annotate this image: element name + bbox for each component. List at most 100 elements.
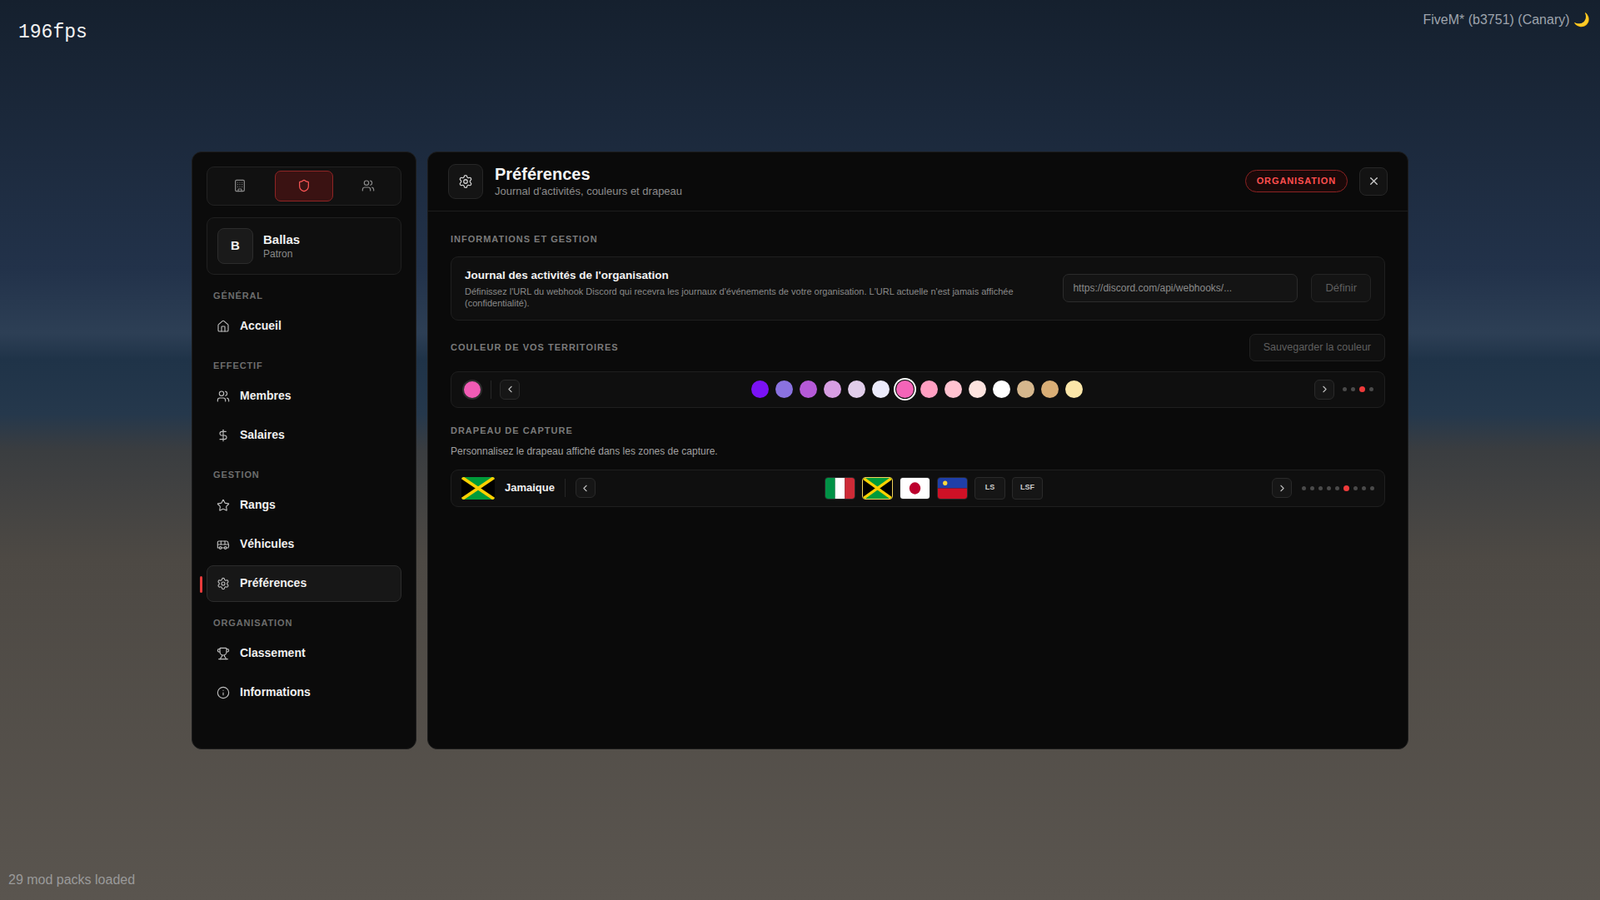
nav-section: GÉNÉRALAccueil — [206, 274, 402, 345]
nav-item-label: Salaires — [239, 426, 285, 444]
color-swatch[interactable] — [775, 380, 793, 399]
nav-item[interactable]: Véhicules — [206, 526, 402, 564]
active-indicator — [199, 576, 203, 594]
nav-item-label: Accueil — [239, 317, 282, 335]
pager-dot[interactable] — [1361, 486, 1366, 491]
organisation-badge: ORGANISATION — [1245, 169, 1348, 193]
color-swatch[interactable] — [872, 380, 890, 399]
color-swatch[interactable] — [799, 380, 818, 399]
jamaica-flag-icon — [461, 477, 495, 500]
nav-section: EFFECTIFMembresSalaires — [206, 344, 402, 454]
sidebar-tab[interactable] — [338, 170, 398, 202]
gear-icon — [458, 174, 474, 190]
japan-flag-icon — [900, 478, 930, 499]
pager-dot[interactable] — [1359, 386, 1366, 393]
sidebar-tab[interactable] — [274, 170, 334, 202]
flag-option-text: LS — [985, 482, 996, 494]
pager-dot[interactable] — [1350, 387, 1356, 392]
flag-option[interactable] — [899, 477, 931, 500]
pager-dot[interactable] — [1310, 486, 1315, 491]
nav-item[interactable]: Préférences — [206, 565, 402, 603]
flag-option[interactable] — [862, 477, 893, 500]
pager-dot[interactable] — [1343, 485, 1350, 492]
nav-item[interactable]: Classement — [206, 635, 402, 673]
build-label: FiveM* (b3751) (Canary) 🌙 — [1423, 9, 1591, 30]
pager-dot[interactable] — [1370, 486, 1375, 491]
nav-item[interactable]: Salaires — [206, 417, 402, 454]
pager — [1342, 386, 1374, 393]
italy-flag-icon — [825, 478, 855, 499]
nav-section-title: ORGANISATION — [206, 617, 402, 629]
sidebar-tab[interactable] — [210, 170, 270, 202]
panel-header: PréférencesJournal d'activités, couleurs… — [428, 152, 1408, 212]
nav-item[interactable]: Informations — [206, 674, 402, 712]
nav-item-label: Véhicules — [239, 535, 295, 554]
tab-icon — [233, 179, 247, 193]
nav-item-icon — [216, 538, 230, 552]
flag-option[interactable]: LS — [974, 477, 1006, 500]
nav-item-icon — [216, 577, 230, 591]
sidebar-tab-bar — [206, 166, 402, 206]
pager-dot[interactable] — [1369, 387, 1374, 392]
color-swatch[interactable] — [823, 380, 842, 399]
close-icon — [1367, 174, 1381, 188]
flag-option[interactable]: LSF — [1011, 477, 1043, 500]
color-swatch[interactable] — [992, 380, 1011, 399]
org-avatar: B — [217, 228, 254, 265]
panel-subtitle: Journal d'activités, couleurs et drapeau — [494, 184, 1234, 199]
section-title: DRAPEAU DE CAPTURE — [450, 424, 1386, 437]
pager-dot[interactable] — [1318, 486, 1323, 491]
color-swatch[interactable] — [847, 380, 866, 399]
save-color-button[interactable]: Sauvegarder la couleur — [1249, 333, 1386, 362]
next-button[interactable] — [1271, 478, 1292, 499]
org-card: BBallasPatron — [206, 217, 402, 275]
color-swatch[interactable] — [1041, 380, 1059, 399]
pager — [1301, 485, 1375, 492]
flag-option[interactable] — [824, 477, 856, 500]
flag-option[interactable] — [937, 477, 968, 500]
color-swatch[interactable] — [1016, 380, 1035, 399]
webhook-description: Définissez l'URL du webhook Discord qui … — [464, 285, 1048, 310]
pager-dot[interactable] — [1342, 387, 1347, 392]
close-button[interactable] — [1359, 167, 1388, 196]
color-swatch[interactable] — [920, 380, 938, 399]
pager-dot[interactable] — [1301, 486, 1306, 491]
nav-item[interactable]: Membres — [206, 378, 402, 415]
nav-item[interactable]: Rangs — [206, 487, 402, 524]
color-swatch[interactable] — [751, 380, 769, 399]
nav-section: ORGANISATION Classement Informations — [206, 602, 402, 712]
chevron-right-icon — [1319, 383, 1331, 395]
nav-item-label: Préférences — [239, 574, 307, 593]
define-button[interactable]: Définir — [1310, 274, 1371, 303]
section-title: COULEUR DE VOS TERRITOIRES — [450, 341, 619, 354]
nav-item-icon — [216, 389, 230, 404]
chevron-right-icon — [1276, 483, 1288, 494]
nav-item-label: Informations — [239, 683, 311, 702]
current-flag-label: Jamaique — [504, 479, 555, 497]
previous-button[interactable] — [575, 478, 596, 499]
pager-dot[interactable] — [1335, 486, 1340, 491]
nav-section-title: GESTION — [206, 468, 402, 481]
liechtenstein-flag-icon — [937, 478, 967, 499]
color-swatch[interactable] — [1065, 380, 1083, 399]
color-swatch[interactable] — [944, 380, 962, 399]
flag-option-text: LSF — [1020, 482, 1035, 494]
pager-dot[interactable] — [1353, 486, 1358, 491]
tab-icon — [297, 179, 311, 193]
next-button[interactable] — [1314, 379, 1335, 400]
game-screen: 196fpsFiveM* (b3751) (Canary) 🌙29 mod pa… — [0, 0, 1600, 900]
nav-item[interactable]: Accueil — [206, 308, 402, 345]
flag-description: Personnalisez le drapeau affiché dans le… — [450, 445, 1386, 459]
webhook-input[interactable] — [1062, 274, 1298, 303]
panel-content: INFORMATIONS ET GESTIONJournal des activ… — [428, 211, 1408, 508]
pager-dot[interactable] — [1326, 486, 1331, 491]
panel-title: Préférences — [494, 164, 1234, 185]
previous-button[interactable] — [499, 379, 520, 400]
chevron-left-icon — [504, 383, 516, 395]
color-swatch[interactable] — [896, 380, 914, 399]
nav-item-label: Classement — [239, 644, 306, 663]
jamaica-flag-icon — [862, 478, 893, 499]
webhook-title: Journal des activités de l'organisation — [464, 268, 1050, 284]
color-swatch[interactable] — [968, 380, 987, 399]
flag-row: Jamaique LS LSF — [450, 469, 1386, 508]
